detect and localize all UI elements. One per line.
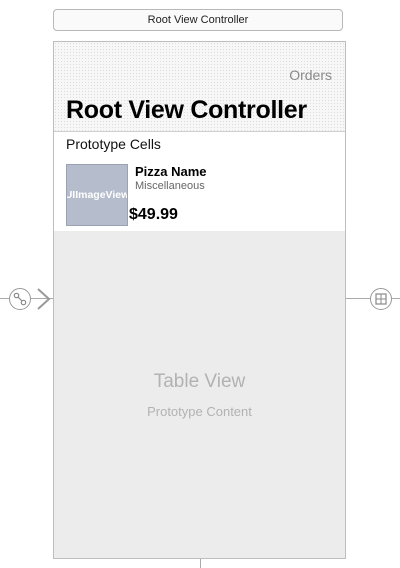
prototype-cells-header: Prototype Cells bbox=[54, 132, 345, 156]
segue-link-icon[interactable] bbox=[9, 288, 31, 310]
image-view-placeholder[interactable]: UIImageView bbox=[66, 164, 128, 226]
table-view-placeholder-subtitle: Prototype Content bbox=[147, 404, 252, 419]
table-view-placeholder-title: Table View bbox=[153, 371, 246, 392]
scene-title-bar[interactable]: Root View Controller bbox=[53, 9, 343, 31]
prototype-cells-label: Prototype Cells bbox=[66, 136, 161, 152]
prototype-cell[interactable]: UIImageView Pizza Name Miscellaneous $49… bbox=[54, 156, 345, 231]
category-label[interactable]: Miscellaneous bbox=[135, 180, 205, 192]
storyboard-canvas: Root View Controller Orders Root View Co… bbox=[0, 0, 400, 568]
pizza-name-label[interactable]: Pizza Name bbox=[135, 164, 207, 179]
segue-link-glyph bbox=[13, 292, 27, 306]
navigation-bar[interactable]: Orders Root View Controller bbox=[54, 42, 345, 132]
orders-bar-button[interactable]: Orders bbox=[289, 67, 332, 83]
relationship-glyph bbox=[375, 293, 387, 305]
view-controller-scene[interactable]: Orders Root View Controller Prototype Ce… bbox=[53, 41, 346, 559]
segue-arrow-icon bbox=[37, 288, 51, 310]
relationship-icon[interactable] bbox=[370, 288, 392, 310]
table-view[interactable]: Table View Prototype Content bbox=[54, 231, 345, 558]
segue-line-bottom bbox=[200, 559, 201, 568]
scene-title-label: Root View Controller bbox=[147, 14, 249, 26]
large-title: Root View Controller bbox=[66, 96, 307, 124]
price-label[interactable]: $49.99 bbox=[129, 206, 178, 224]
image-view-label: UIImageView bbox=[66, 189, 128, 201]
